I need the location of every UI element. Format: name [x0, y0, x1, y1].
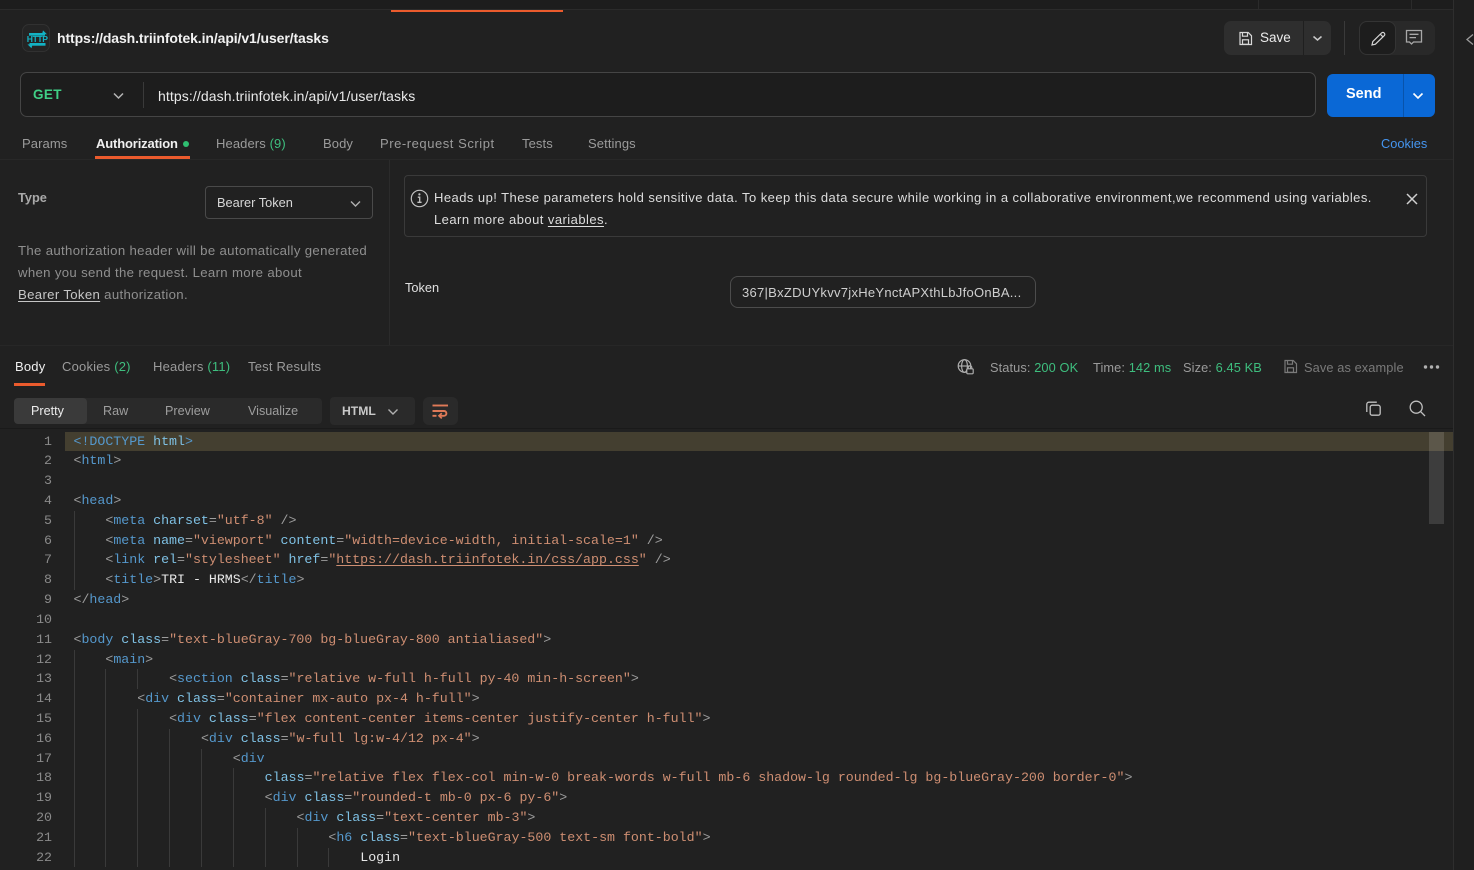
svg-text:HTTP: HTTP [27, 34, 49, 44]
